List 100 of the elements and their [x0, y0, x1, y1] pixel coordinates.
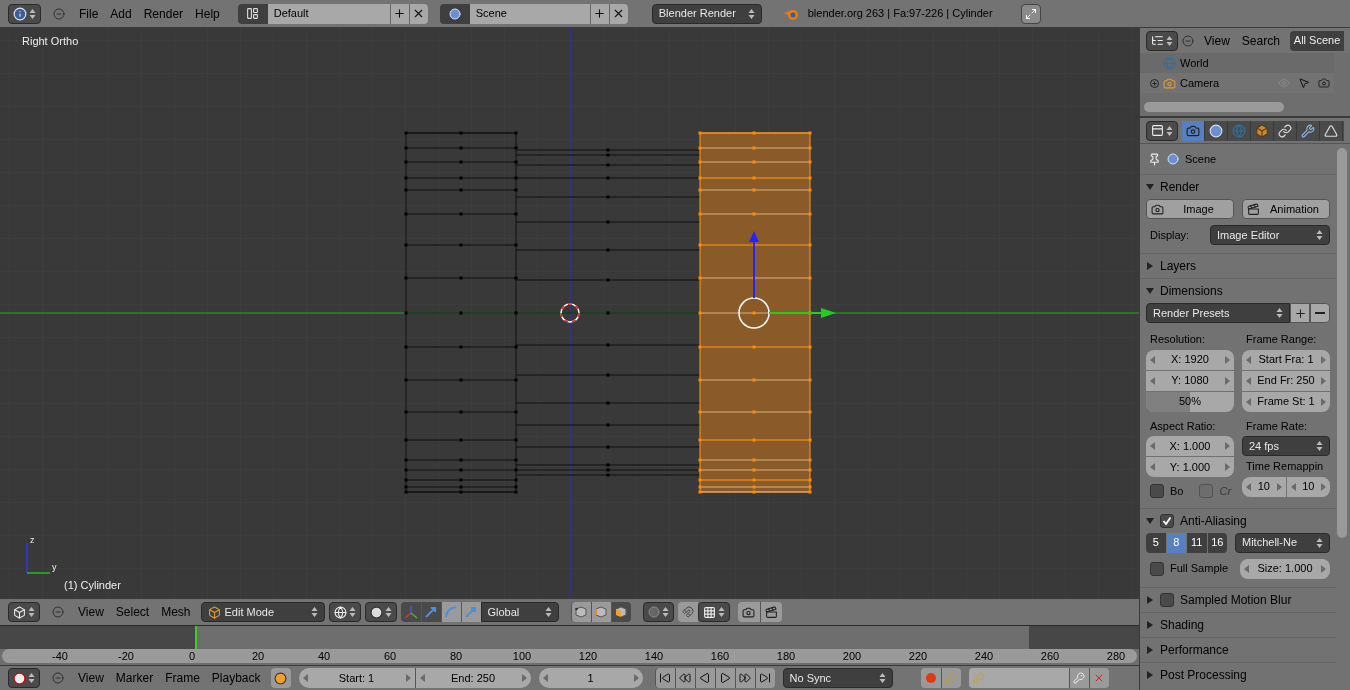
- snap-element-button[interactable]: [697, 602, 730, 622]
- playback-button[interactable]: [674, 668, 695, 688]
- menu-item[interactable]: View: [1198, 31, 1236, 50]
- panel-header[interactable]: Layers: [1140, 254, 1336, 278]
- checkbox[interactable]: [1150, 561, 1164, 576]
- keying-set-field[interactable]: [968, 668, 1069, 688]
- menu-item[interactable]: Add: [104, 4, 138, 23]
- outliner-row[interactable]: Camera: [1140, 73, 1334, 93]
- presets-dropdown[interactable]: Render Presets: [1146, 303, 1290, 323]
- select-mode-button[interactable]: [610, 602, 631, 622]
- panel-header[interactable]: Shading: [1140, 612, 1336, 637]
- insert-keyframe-button[interactable]: [1068, 668, 1089, 688]
- playback-button[interactable]: [654, 668, 675, 688]
- number-field[interactable]: 50%: [1146, 391, 1234, 412]
- outliner-row[interactable]: World: [1140, 53, 1334, 73]
- editor-type-button[interactable]: [8, 668, 40, 688]
- proportional-button[interactable]: [642, 602, 674, 622]
- select-mode-button[interactable]: [570, 602, 591, 622]
- number-field[interactable]: End Fr: 250: [1242, 370, 1330, 391]
- preview-range-button[interactable]: [270, 668, 291, 688]
- snap-toggle[interactable]: [677, 602, 698, 622]
- menu-item[interactable]: File: [73, 4, 105, 23]
- viewport[interactable]: Right Ortho z y (1) Cylinder: [0, 28, 1139, 598]
- close-button[interactable]: [608, 3, 628, 24]
- panel-header[interactable]: Sampled Motion Blur: [1140, 587, 1336, 612]
- menu-item[interactable]: Render: [137, 4, 190, 23]
- number-field[interactable]: Start Fra: 1: [1242, 349, 1330, 370]
- orientation-dropdown[interactable]: Global: [480, 602, 559, 622]
- scrollbar[interactable]: [1337, 148, 1347, 538]
- filter-dropdown[interactable]: Mitchell-Ne: [1235, 532, 1330, 553]
- editor-type-button[interactable]: [8, 3, 41, 24]
- manipulator-toggle[interactable]: [400, 602, 421, 622]
- filter-dropdown[interactable]: All Scene: [1289, 30, 1344, 51]
- number-field[interactable]: Y: 1.000: [1146, 457, 1234, 477]
- sample-count-button[interactable]: 11: [1187, 532, 1207, 553]
- manipulator-button[interactable]: [440, 602, 461, 622]
- editor-type-button[interactable]: [1146, 120, 1178, 141]
- number-field[interactable]: Y: 1080: [1146, 370, 1234, 391]
- sample-count-button[interactable]: 5: [1146, 532, 1166, 553]
- manipulator-button[interactable]: [420, 602, 441, 622]
- menu-item[interactable]: Playback: [205, 669, 267, 687]
- render-still-button[interactable]: [737, 602, 760, 622]
- menu-item[interactable]: Mesh: [155, 603, 197, 621]
- shading-button[interactable]: [328, 602, 361, 622]
- number-field[interactable]: X: 1.000: [1146, 436, 1234, 456]
- menu-item[interactable]: Help: [189, 4, 226, 23]
- mode-dropdown[interactable]: Edit Mode: [200, 602, 325, 622]
- sample-count-button[interactable]: 16: [1207, 532, 1227, 553]
- menu-item[interactable]: View: [72, 669, 110, 687]
- delete-keyframe-button[interactable]: [1088, 668, 1109, 688]
- menu-item[interactable]: Select: [109, 603, 156, 621]
- scrollbar[interactable]: [1144, 102, 1284, 112]
- panel-header[interactable]: Post Processing: [1140, 662, 1336, 687]
- scene-field[interactable]: Scene: [469, 3, 590, 24]
- playback-button[interactable]: [694, 668, 715, 688]
- panel-header[interactable]: Render: [1140, 175, 1336, 199]
- number-field[interactable]: Frame St: 1: [1242, 391, 1330, 412]
- render-button[interactable]: Image: [1146, 199, 1234, 219]
- playback-button[interactable]: [714, 668, 735, 688]
- pin-icon[interactable]: [1148, 152, 1161, 166]
- sync-dropdown[interactable]: No Sync: [782, 668, 893, 688]
- frame-rate-dropdown[interactable]: 24 fps: [1242, 436, 1330, 456]
- pivot-button[interactable]: [364, 602, 397, 622]
- number-field[interactable]: 10: [1286, 476, 1330, 497]
- remove-preset-button[interactable]: [1310, 303, 1330, 323]
- menu-item[interactable]: Marker: [109, 669, 160, 687]
- sample-count-button[interactable]: 8: [1166, 532, 1186, 553]
- number-field[interactable]: Size: 1.000: [1240, 558, 1330, 579]
- select-mode-button[interactable]: [590, 602, 611, 622]
- layout-button[interactable]: [237, 3, 268, 24]
- number-field[interactable]: Start: 1: [298, 668, 415, 688]
- playback-button[interactable]: [754, 668, 775, 688]
- editor-type-button[interactable]: [8, 602, 40, 622]
- menu-item[interactable]: Search: [1235, 31, 1286, 50]
- scene-button[interactable]: [439, 3, 470, 24]
- panel-header[interactable]: Anti-Aliasing: [1140, 508, 1336, 533]
- display-dropdown[interactable]: Image Editor: [1210, 225, 1330, 245]
- close-button[interactable]: [408, 3, 428, 24]
- add-button[interactable]: [589, 3, 609, 24]
- timeline[interactable]: -40 -20 0 20 40 60 80 100 120 140 160 180 200 220 240 260 280: [0, 625, 1139, 665]
- add-button[interactable]: [389, 3, 409, 24]
- checkbox[interactable]: [1160, 513, 1174, 528]
- menu-item[interactable]: View: [72, 603, 110, 621]
- number-field[interactable]: 10: [1242, 476, 1286, 497]
- render-animation-button[interactable]: [759, 602, 782, 622]
- layout-field[interactable]: Default: [267, 3, 390, 24]
- render-button[interactable]: Animation: [1242, 199, 1330, 219]
- menu-item[interactable]: Frame: [159, 669, 206, 687]
- playback-button[interactable]: [734, 668, 755, 688]
- manipulator-button[interactable]: [460, 602, 481, 622]
- editor-type-button[interactable]: [1146, 30, 1178, 51]
- number-field[interactable]: End: 250: [414, 668, 531, 688]
- number-field[interactable]: 1: [538, 668, 643, 688]
- fullscreen-button[interactable]: [1020, 3, 1041, 24]
- panel-header[interactable]: Dimensions: [1140, 279, 1336, 303]
- render-engine-dropdown[interactable]: Blender Render: [651, 3, 762, 24]
- checkbox[interactable]: [1150, 484, 1164, 499]
- panel-header[interactable]: Performance: [1140, 637, 1336, 662]
- checkbox[interactable]: [1160, 592, 1174, 607]
- keying-button[interactable]: [940, 668, 961, 688]
